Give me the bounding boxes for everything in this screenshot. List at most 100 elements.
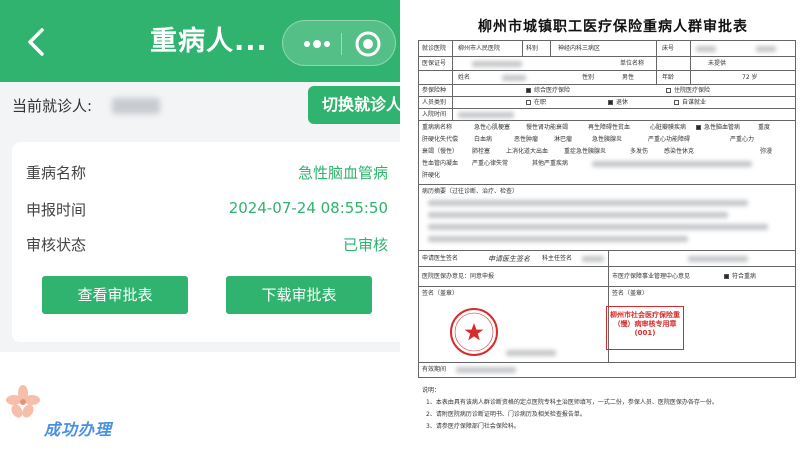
back-arrow-icon[interactable] <box>22 22 50 62</box>
center-opinion-value: 符合重病 <box>732 273 757 280</box>
application-detail-card: 重病名称 急性脑血管病 申报时间 2024-07-24 08:55:50 审核状… <box>12 142 400 342</box>
dept-head-redacted <box>582 256 604 262</box>
form-col-line <box>690 40 691 84</box>
disease-option-selected: 急性脑血管病 <box>704 124 741 131</box>
disease-option: 严重心律失常 <box>472 160 509 167</box>
age-value: 72 岁 <box>742 74 758 81</box>
person-option-checkbox <box>608 100 613 105</box>
patient-name-redacted <box>112 98 160 114</box>
person-type-label: 人员类别 <box>422 99 447 106</box>
applicant-signature: 申请医生签名 <box>488 255 530 263</box>
hospital-label: 就诊医院 <box>422 45 447 52</box>
apply-time-value: 2024-07-24 08:55:50 <box>228 199 388 217</box>
gender-label: 性别 <box>582 74 595 81</box>
form-border-left <box>418 40 419 378</box>
disease-option: 多发伤 <box>630 148 649 155</box>
form-col-line <box>550 40 551 56</box>
disease-option: 再生障碍性贫血 <box>588 124 631 131</box>
apply-time-label: 申报时间 <box>26 201 87 219</box>
form-row-line <box>418 84 796 85</box>
insured-id-redacted <box>472 61 522 67</box>
form-border-right <box>795 40 796 378</box>
insured-id-label: 医保证号 <box>422 60 447 67</box>
history-redacted <box>428 224 768 230</box>
close-target-icon[interactable] <box>353 29 383 59</box>
admit-date-redacted <box>458 112 514 118</box>
disease-selected-checkbox <box>696 125 701 130</box>
hospital-seal-icon <box>450 308 498 356</box>
insurance-type-label: 参保险种 <box>422 87 447 94</box>
form-row-line <box>418 108 796 109</box>
disease-option: 肝硬化 <box>422 172 441 179</box>
note-line: 1、本表由具有该病人群诊断资格的定点医院专科主治医师填写，一式二份，参保人员、医… <box>426 399 718 406</box>
note-line: 2、请附医院病历诊断证明书、门诊病历及相关检查报告单。 <box>426 411 586 418</box>
disease-label: 重病病名称 <box>422 124 453 131</box>
history-redacted <box>428 212 728 218</box>
disease-option: 衰竭（慢性） <box>422 148 459 155</box>
insurance-option-checkbox <box>526 88 531 93</box>
disease-option: 严重心力 <box>730 136 755 143</box>
current-patient-label: 当前就诊人: <box>12 97 93 115</box>
unit-label: 单位名称 <box>620 60 645 67</box>
form-row-line <box>418 286 796 287</box>
form-row-line <box>418 184 796 185</box>
form-row-line <box>418 362 796 363</box>
disease-option: 肺栓塞 <box>472 148 491 155</box>
disease-name-label: 重病名称 <box>26 164 87 182</box>
person-option-3: 自谋就业 <box>682 99 707 106</box>
sign-stamp-label-center: 签名（盖章） <box>612 290 649 297</box>
review-status-label: 审核状态 <box>26 236 87 254</box>
switch-patient-button[interactable]: 切换就诊人 <box>308 86 400 124</box>
person-option-checkbox <box>526 100 531 105</box>
center-opinion-checkbox <box>724 274 729 279</box>
disease-option: 其他严重疾病 <box>532 160 569 167</box>
bed-label: 床号 <box>662 45 675 52</box>
valid-period-redacted <box>456 367 516 373</box>
disease-option: 性血管内凝血 <box>422 160 459 167</box>
form-row-line <box>418 120 796 121</box>
mobile-app-screen: 重病人... 当前就诊人: 切换就诊人 重病名称 急性脑血管病 申报时间 202… <box>0 0 400 352</box>
dept-value: 神经内科三病区 <box>558 45 601 52</box>
top-navigation-bar: 重病人... <box>0 0 400 82</box>
person-option-checkbox <box>674 100 679 105</box>
form-title: 柳州市城镇职工医疗保险重病人群审批表 <box>478 19 748 35</box>
name-label: 姓名 <box>458 74 471 81</box>
more-dots-icon[interactable] <box>297 33 337 55</box>
history-redacted <box>428 236 688 242</box>
form-row-line <box>418 70 796 71</box>
download-approval-form-button[interactable]: 下载审批表 <box>226 276 372 314</box>
view-approval-form-button[interactable]: 查看审批表 <box>42 276 188 314</box>
applicant-label: 申请医生签名 <box>422 255 459 262</box>
capsule-divider <box>341 33 342 55</box>
disease-option: 感染性休克 <box>664 148 695 155</box>
disease-option: 急性胰腺炎 <box>592 136 623 143</box>
center-opinion-label: 市医疗保障事业管理中心意见 <box>612 273 691 280</box>
disease-option: 慢性肾功能衰竭 <box>526 124 569 131</box>
disease-option: 重症急性胰腺炎 <box>564 148 607 155</box>
code-value-redacted <box>756 46 776 52</box>
miniprogram-capsule <box>282 20 396 66</box>
date-redacted <box>688 256 748 262</box>
disease-option: 上消化道大出血 <box>506 148 549 155</box>
page-title: 重病人... <box>150 26 268 57</box>
disease-name-value: 急性脑血管病 <box>297 164 388 182</box>
disease-option: 恶性肿瘤 <box>514 136 539 143</box>
disease-option: 心脏瓣膜疾病 <box>650 124 687 131</box>
dept-label: 科别 <box>526 45 539 52</box>
disease-option: 急性心肌梗塞 <box>474 124 511 131</box>
form-col-line <box>522 40 523 56</box>
flower-decoration-icon <box>6 385 40 418</box>
valid-period-label: 有效期间 <box>422 366 447 373</box>
person-option-1: 在职 <box>534 99 547 106</box>
disease-option: 淋巴瘤 <box>554 136 573 143</box>
age-label: 年龄 <box>662 74 675 81</box>
gender-value: 男性 <box>622 74 635 81</box>
disease-option: 严重心功能障碍 <box>648 136 691 143</box>
disease-option: 重度 <box>758 124 771 131</box>
unit-value: 未提供 <box>708 60 727 67</box>
history-redacted <box>428 200 748 206</box>
screenshot-canvas: 重病人... 当前就诊人: 切换就诊人 重病名称 急性脑血管病 申报时间 202… <box>0 0 800 464</box>
form-col-line <box>452 40 453 120</box>
history-label: 病历摘要（过往诊断、治疗、检查） <box>422 188 519 195</box>
disease-option: 弥漫 <box>760 148 773 155</box>
